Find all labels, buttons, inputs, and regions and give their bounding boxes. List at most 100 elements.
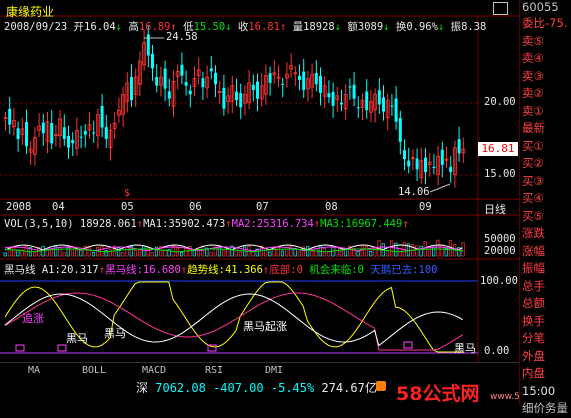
- min-leader-line: [429, 183, 451, 193]
- sidebar-item-amplitude: 振幅: [522, 261, 545, 275]
- candle-body: [331, 91, 335, 106]
- sidebar-item-buy4: 买④: [522, 191, 544, 205]
- open-value: 16.04: [84, 21, 116, 33]
- amount-label: 额: [347, 21, 358, 33]
- sidebar-item-total-amount: 总额: [522, 296, 545, 310]
- indicator-header: 黑马线 A1:20.317↑黑马线:16.680↑趋势线:41.366↑底部:0…: [4, 262, 438, 277]
- signal-marker: [15, 344, 25, 352]
- sidebar-detail[interactable]: 细价务量: [520, 400, 571, 418]
- sidebar-item-sell2: 卖②: [522, 86, 544, 100]
- volume-bar: [310, 250, 314, 257]
- index-ticker: 深 7062.08 -407.00 -5.45% 274.67亿: [136, 379, 377, 396]
- volume-bar: [306, 246, 310, 257]
- window-restore-icon[interactable]: [493, 2, 508, 15]
- candle-body: [327, 93, 331, 98]
- period-selector[interactable]: 日线: [484, 201, 506, 217]
- amplitude-value: 8.38: [461, 21, 487, 33]
- candle-body: [71, 140, 75, 144]
- candle-body: [449, 166, 453, 173]
- turnover-value: 0.96%: [406, 21, 438, 33]
- candle-body: [214, 72, 217, 85]
- volume-bar: [62, 252, 66, 257]
- volume-bar: [49, 249, 54, 257]
- signal-label-heima-rise: 黑马起涨: [243, 320, 287, 333]
- candle-body: [8, 108, 12, 125]
- candle-body: [390, 105, 394, 107]
- date-label: 08: [325, 201, 338, 213]
- tab-dmi[interactable]: DMI: [244, 364, 304, 377]
- volume-bar: [276, 246, 280, 257]
- quote-date: 2008/09/23: [4, 21, 68, 33]
- sidebar-item-latest: 最新: [522, 121, 545, 135]
- candle-body: [239, 93, 243, 108]
- volume-bar: [419, 245, 423, 257]
- sidebar-item-buy2: 买②: [522, 156, 544, 170]
- index-value: 7062.08: [155, 381, 206, 395]
- candle-body: [92, 132, 96, 134]
- candle-body: [251, 84, 255, 91]
- tab-boll[interactable]: BOLL: [64, 364, 124, 377]
- sidebar-item-buy5: 买⑤: [522, 208, 544, 223]
- candle-body: [180, 64, 184, 76]
- status-bar: 深 7062.08 -407.00 -5.45% 274.67亿: [0, 377, 571, 405]
- vol-scale-50000: 50000: [484, 233, 516, 245]
- candle-body: [67, 135, 70, 148]
- down-arrow-icon: ↓: [437, 21, 445, 33]
- watermark: 58公式网: [396, 379, 479, 406]
- volume-bar: [150, 252, 154, 257]
- date-label: 2008: [6, 201, 32, 213]
- candle-body: [41, 122, 45, 134]
- signal-marker: [403, 341, 413, 349]
- index-name: 深: [136, 381, 149, 395]
- event-marker[interactable]: $: [124, 188, 130, 199]
- sidebar-item-ticks: 分笔: [522, 331, 545, 345]
- candle-body: [155, 77, 159, 86]
- date-label: 05: [121, 201, 134, 213]
- sidebar-item-sell4: 卖④: [522, 51, 544, 65]
- index-pct: -5.45%: [270, 381, 315, 395]
- volume-bar: [104, 249, 108, 257]
- candle-body: [356, 107, 360, 109]
- signal-marker: [57, 344, 67, 352]
- sidebar-item-change: 涨跌: [522, 226, 545, 240]
- open-label: 开: [73, 21, 85, 33]
- volume-bar: [356, 251, 360, 257]
- date-label: 04: [52, 201, 65, 213]
- volume-bar: [3, 252, 7, 257]
- volume-bar: [390, 240, 394, 257]
- amount-value: 3089: [357, 21, 384, 33]
- candle-body: [188, 90, 192, 95]
- indicator-a1: A1:20.317: [41, 264, 99, 276]
- volume-bar: [75, 249, 79, 257]
- max-price-annotation: 24.58: [166, 31, 198, 43]
- candle-body: [62, 127, 66, 139]
- min-price-annotation: 14.06: [398, 186, 430, 198]
- volume-bar: [138, 249, 142, 257]
- candle-body: [457, 139, 461, 154]
- volume-bar: [238, 251, 243, 257]
- sidebar-item-inner: 内盘: [522, 366, 545, 380]
- volume-bar: [209, 251, 213, 257]
- volume-label: 量: [292, 21, 304, 33]
- indicator-scale-0: 0.00: [484, 345, 510, 357]
- status-indicator-icon: [376, 381, 386, 391]
- volume-bar: [427, 246, 432, 257]
- volume-bar: [268, 251, 272, 257]
- volume-bar: [33, 252, 37, 257]
- tab-rsi[interactable]: RSI: [184, 364, 244, 377]
- down-arrow-icon: ↓: [334, 21, 342, 33]
- candle-body: [365, 91, 369, 111]
- sidebar-item-turnover: 换手: [522, 313, 545, 328]
- volume-bar: [163, 250, 167, 257]
- indicator-bottom: 底部:0: [269, 264, 303, 276]
- tab-macd[interactable]: MACD: [124, 364, 184, 377]
- quote-header: 2008/09/23 开16.04↓ 高16.89↑ 低15.50↓ 收16.8…: [4, 19, 486, 34]
- candle-body: [432, 167, 436, 169]
- candle-body: [209, 68, 213, 72]
- sidebar-item-buy1: 买①: [522, 138, 544, 153]
- volume-bar: [461, 242, 465, 257]
- candle-body: [163, 68, 167, 89]
- candle-body: [184, 82, 188, 86]
- signal-label-heima: 黑马: [104, 327, 126, 340]
- tab-ma[interactable]: MA: [4, 364, 64, 377]
